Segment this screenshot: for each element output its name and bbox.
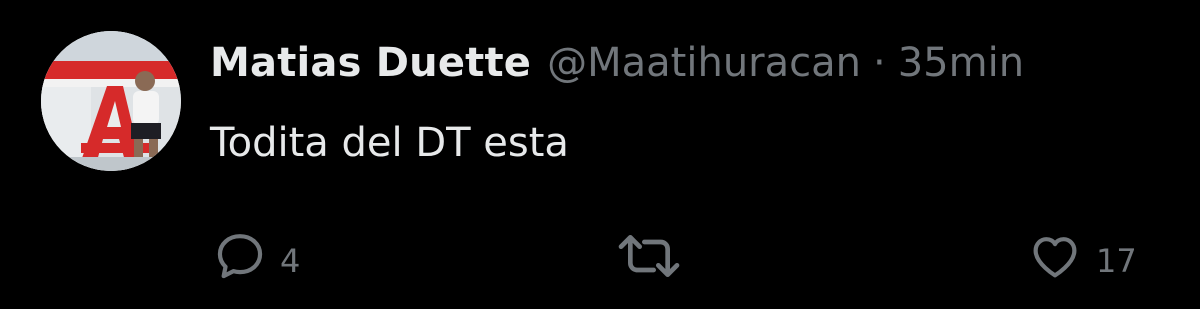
reply-button[interactable]: 4 — [212, 226, 300, 286]
author-handle[interactable]: @Maatihuracan — [547, 40, 861, 86]
retweet-icon — [618, 235, 680, 277]
tweet-timestamp[interactable]: 35min — [898, 40, 1024, 86]
reply-count: 4 — [280, 242, 301, 280]
tweet-card[interactable]: Matias Duette @Maatihuracan · 35min Todi… — [0, 0, 1200, 309]
like-count: 17 — [1096, 242, 1137, 280]
header-separator: · — [873, 40, 886, 86]
like-button[interactable]: 17 — [1026, 226, 1137, 286]
retweet-button[interactable] — [614, 226, 696, 286]
author-display-name[interactable]: Matias Duette — [210, 40, 531, 86]
tweet-header: Matias Duette @Maatihuracan · 35min — [210, 40, 1024, 100]
heart-icon — [1033, 237, 1077, 278]
reply-icon — [217, 234, 263, 279]
tweet-text: Todita del DT esta — [210, 120, 569, 166]
avatar[interactable] — [41, 31, 181, 171]
avatar-photo — [41, 31, 181, 171]
